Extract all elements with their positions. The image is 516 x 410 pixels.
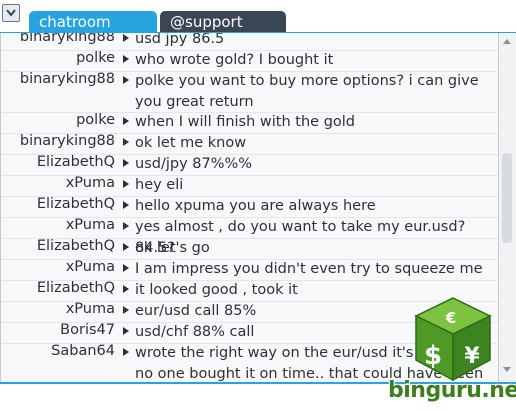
currency-cube-icon: € $ ¥ <box>414 297 492 382</box>
message-text: who wrote gold? I bought it <box>135 52 334 68</box>
tab-chatroom[interactable]: chatroom <box>29 11 157 33</box>
tab-support[interactable]: @support <box>160 11 286 33</box>
arrow-icon <box>123 348 129 356</box>
scroll-thumb[interactable] <box>502 153 512 243</box>
message-text: I am impress you didn't even try to sque… <box>135 261 483 277</box>
arrow-icon <box>123 138 129 146</box>
message-username: xPuma <box>65 301 115 317</box>
arrow-icon <box>123 201 129 209</box>
message-username: ElizabethQ <box>36 154 115 170</box>
chevron-down-icon <box>6 9 16 17</box>
message-text: ok let me know <box>135 135 247 151</box>
arrow-icon <box>123 243 129 251</box>
message-username: ElizabethQ <box>36 280 115 296</box>
message-username: ElizabethQ <box>36 196 115 212</box>
svg-text:¥: ¥ <box>464 344 480 369</box>
message-text: hello xpuma you are always here <box>135 198 376 214</box>
message-username: polke <box>76 112 115 128</box>
collapse-button[interactable] <box>2 4 20 22</box>
arrow-icon <box>123 55 129 63</box>
message-text: ok let's go <box>135 240 210 256</box>
chat-window: chatroom @support binaryking88 usd jpy 8… <box>0 0 516 410</box>
arrow-icon <box>123 76 129 84</box>
svg-text:€: € <box>445 309 456 327</box>
message-username: polke <box>76 50 115 66</box>
arrow-icon <box>123 306 129 314</box>
arrow-icon <box>123 117 129 125</box>
watermark-logo: € $ ¥ binguru.net <box>388 296 516 408</box>
arrow-icon <box>123 285 129 293</box>
message-text: polke you want to buy more options? i ca… <box>135 73 479 110</box>
watermark-text: binguru.net <box>388 378 516 403</box>
arrow-icon <box>123 34 129 42</box>
message-username: xPuma <box>65 217 115 233</box>
svg-text:$: $ <box>424 341 442 371</box>
scroll-up-icon[interactable] <box>503 39 511 44</box>
message-text: usd/jpy 87%%% <box>135 156 253 172</box>
tab-bar: chatroom @support <box>0 0 516 33</box>
arrow-icon <box>123 159 129 167</box>
message-text: usd jpy 86.5 <box>135 33 225 47</box>
arrow-icon <box>123 264 129 272</box>
message-username: xPuma <box>65 175 115 191</box>
message-username: binaryking88 <box>19 133 115 149</box>
message-username: Saban64 <box>51 343 115 359</box>
arrow-icon <box>123 222 129 230</box>
arrow-icon <box>123 327 129 335</box>
message-text: hey eli <box>135 177 184 193</box>
message-username: Boris47 <box>60 322 115 338</box>
message-username: binaryking88 <box>19 71 115 87</box>
arrow-icon <box>123 180 129 188</box>
message-username: xPuma <box>65 259 115 275</box>
message-username: ElizabethQ <box>36 238 115 254</box>
message-username: binaryking88 <box>19 33 115 45</box>
message-text: when I will finish with the gold <box>135 114 355 130</box>
